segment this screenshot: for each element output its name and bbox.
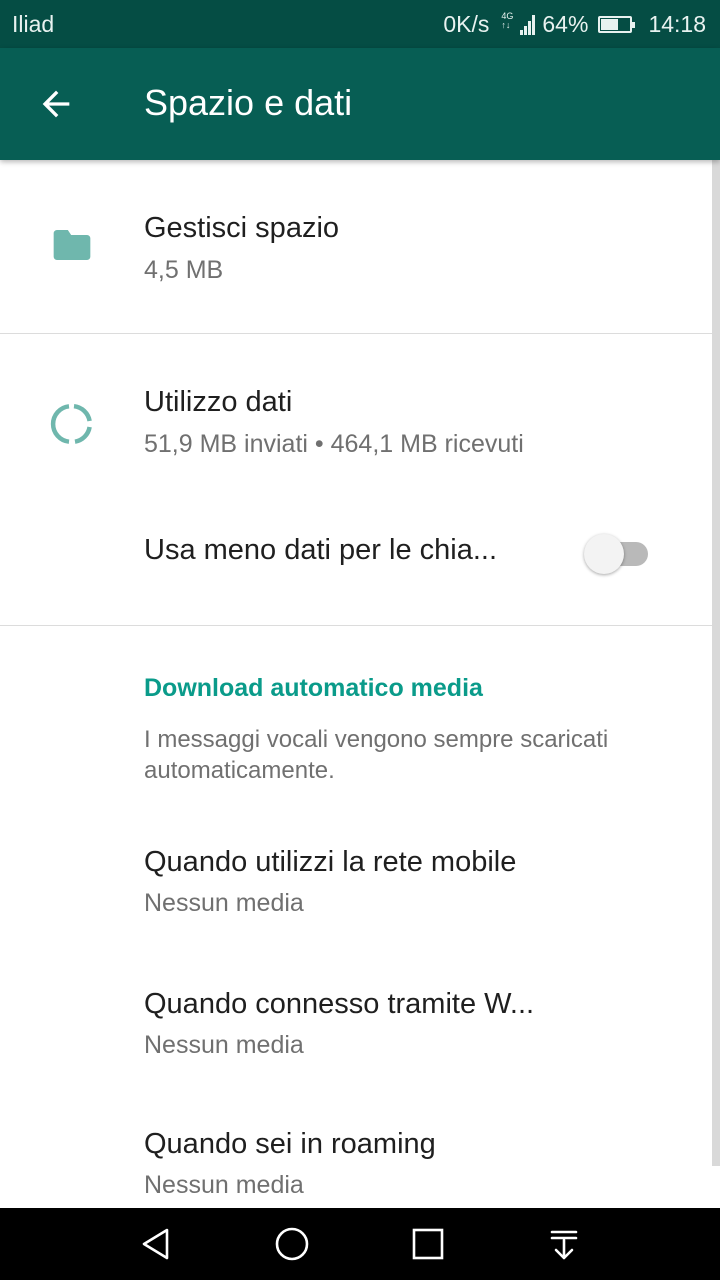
status-bar: Iliad 0K/s 4G ↑↓ 64% 14:18 [0,0,720,48]
auto-download-mobile-value: Nessun media [144,889,304,917]
folder-icon [53,230,91,260]
network-activity-label: ↑↓ [501,19,511,30]
divider [0,625,712,626]
page-title: Spazio e dati [144,82,353,123]
carrier-name: Iliad [12,11,55,37]
clock: 14:18 [648,11,706,37]
manage-storage-size: 4,5 MB [144,256,224,284]
data-usage-summary: 51,9 MB inviati • 464,1 MB ricevuti [144,430,524,458]
auto-download-wifi-value: Nessun media [144,1031,304,1059]
network-type-icon: 4G ↑↓ [501,11,513,30]
data-usage-icon [50,403,92,444]
nav-notification-pull-icon[interactable] [546,1226,582,1262]
auto-download-note: I messaggi vocali vengono sempre scarica… [144,726,609,784]
data-usage-title: Utilizzo dati [144,386,293,418]
auto-download-mobile-item[interactable]: Quando utilizzi la rete mobile Nessun me… [0,800,712,940]
auto-download-roaming-value: Nessun media [144,1171,304,1199]
signal-strength-icon [520,14,536,35]
auto-download-roaming-item[interactable]: Quando sei in roaming Nessun media [0,1082,712,1208]
auto-download-wifi-item[interactable]: Quando connesso tramite W... Nessun medi… [0,942,712,1082]
auto-download-mobile-title: Quando utilizzi la rete mobile [144,846,517,878]
status-indicators: 0K/s 4G ↑↓ 64% 14:18 [443,11,706,38]
low-data-calls-toggle[interactable] [584,534,648,574]
app-bar: Spazio e dati [0,48,720,160]
network-speed: 0K/s [443,11,490,37]
system-navigation-bar [0,1208,720,1280]
arrow-left-icon[interactable] [36,84,76,124]
toggle-thumb [584,534,624,574]
low-data-calls-label: Usa meno dati per le chia... [144,534,498,566]
battery-icon [598,16,636,33]
battery-percent: 64% [542,11,589,37]
nav-recents-icon[interactable] [410,1226,446,1262]
manage-storage-item[interactable]: Gestisci spazio 4,5 MB [0,160,712,332]
nav-back-icon[interactable] [138,1226,174,1262]
auto-download-wifi-title: Quando connesso tramite W... [144,988,535,1020]
manage-storage-title: Gestisci spazio [144,212,340,244]
settings-list: Gestisci spazio 4,5 MB Utilizzo dati 51,… [0,160,720,1208]
battery-level-fill [601,19,619,30]
data-usage-item[interactable]: Utilizzo dati 51,9 MB inviati • 464,1 MB… [0,334,712,500]
auto-download-header: Download automatico media [144,674,483,702]
nav-home-icon[interactable] [274,1226,310,1262]
auto-download-roaming-title: Quando sei in roaming [144,1128,436,1160]
